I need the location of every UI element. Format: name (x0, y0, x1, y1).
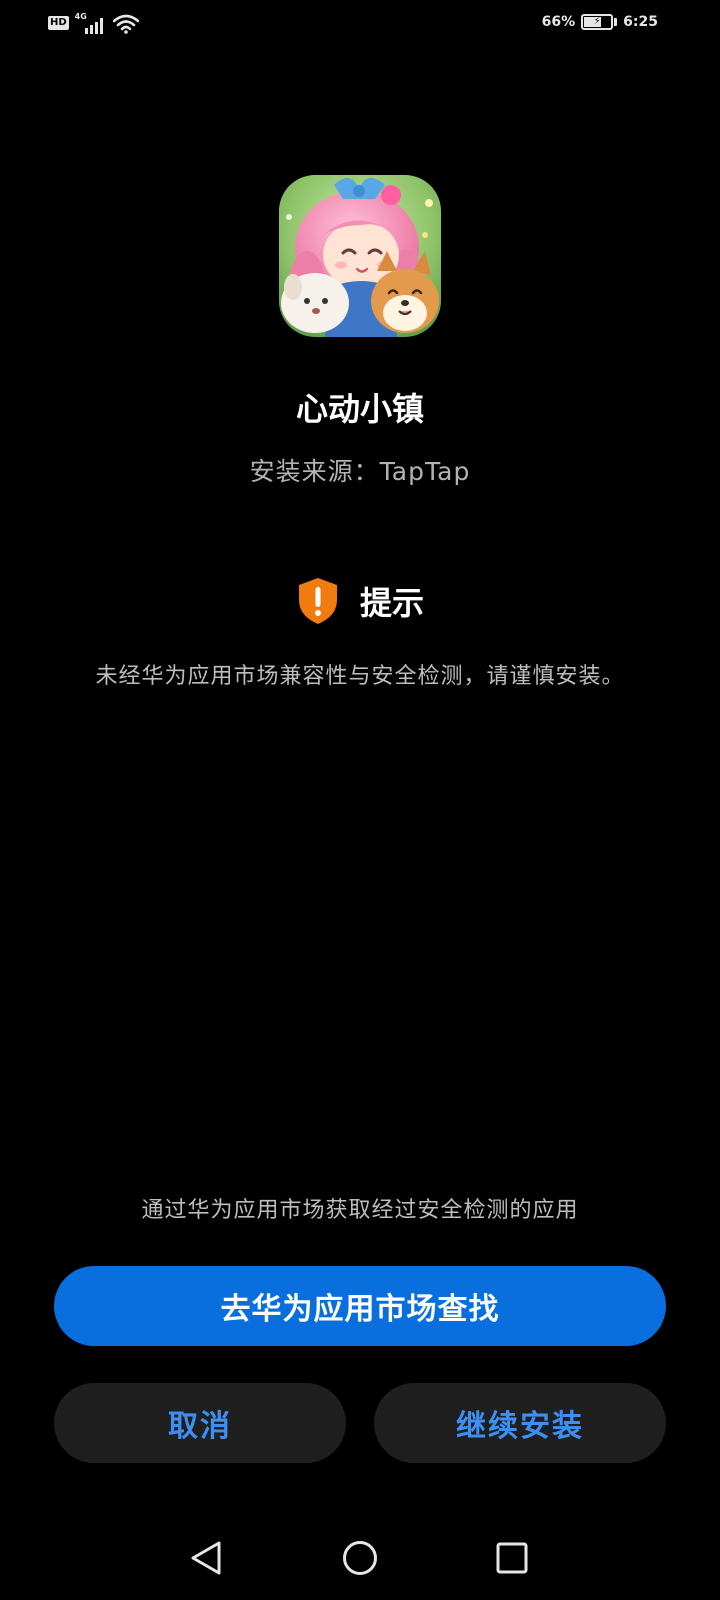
clock: 6:25 (623, 14, 658, 30)
shield-alert-icon (298, 578, 337, 624)
notice-text: 未经华为应用市场兼容性与安全检测，请谨慎安装。 (95, 664, 625, 689)
cancel-button[interactable]: 取消 (54, 1383, 346, 1463)
battery-tip (614, 18, 618, 26)
notice-heading: 提示 (0, 576, 720, 626)
status-left: HD 4G (48, 12, 139, 34)
app-name: 心动小镇 (295, 390, 424, 428)
continue-install-button[interactable]: 继续安装 (374, 1383, 666, 1463)
find-in-appgallery-button[interactable]: 去华为应用市场查找 (54, 1266, 666, 1346)
install-source: 安装来源：TapTap (249, 457, 471, 486)
notice-title: 提示 (359, 584, 424, 622)
status-right: 66% ⚡ 6:25 (542, 14, 658, 30)
app-icon (279, 175, 441, 337)
back-icon[interactable] (186, 1538, 226, 1578)
battery-charging-icon: ⚡ (581, 14, 614, 30)
recent-apps-icon[interactable] (492, 1538, 532, 1578)
wifi-icon (112, 14, 139, 34)
battery-percent: 66% (541, 14, 576, 30)
signal-icon: 4G (75, 12, 107, 34)
home-icon[interactable] (340, 1538, 380, 1578)
hd-badge: HD (48, 16, 69, 30)
market-hint: 通过华为应用市场获取经过安全检测的应用 (141, 1198, 579, 1223)
status-bar: HD 4G 66% ⚡ 6:25 (0, 0, 720, 48)
